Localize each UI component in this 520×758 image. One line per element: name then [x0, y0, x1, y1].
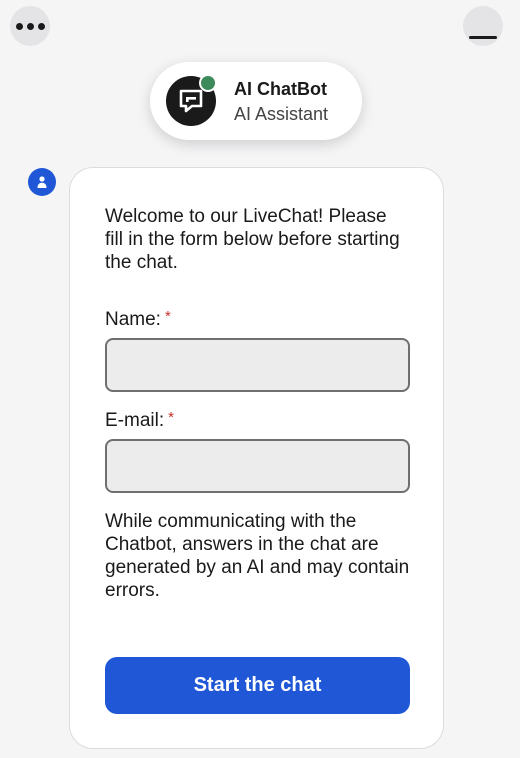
welcome-text: Welcome to our LiveChat! Please fill in … [105, 206, 400, 273]
menu-button[interactable] [10, 6, 50, 46]
minimize-icon [469, 35, 497, 39]
email-label-text: E-mail: [105, 410, 165, 431]
name-input[interactable] [105, 338, 410, 392]
name-label: Name: * [105, 308, 171, 331]
bot-role: AI Assistant [234, 104, 329, 124]
sender-avatar [28, 168, 56, 196]
online-status-dot [199, 74, 217, 92]
start-chat-button[interactable]: Start the chat [105, 657, 410, 714]
minimize-button[interactable] [463, 6, 503, 46]
chatbot-header: AI ChatBot AI Assistant [150, 62, 362, 140]
email-label: E-mail: * [105, 409, 174, 432]
required-marker: * [164, 308, 171, 325]
chat-bubble-icon [179, 89, 203, 113]
message-card: Welcome to our LiveChat! Please fill in … [69, 167, 444, 749]
email-input[interactable] [105, 439, 410, 493]
user-icon [37, 176, 47, 188]
required-marker: * [168, 409, 174, 426]
bot-name: AI ChatBot [234, 79, 327, 99]
ai-disclaimer: While communicating with the Chatbot, an… [105, 511, 410, 601]
more-dots-icon [15, 22, 45, 30]
name-label-text: Name: [105, 309, 161, 330]
